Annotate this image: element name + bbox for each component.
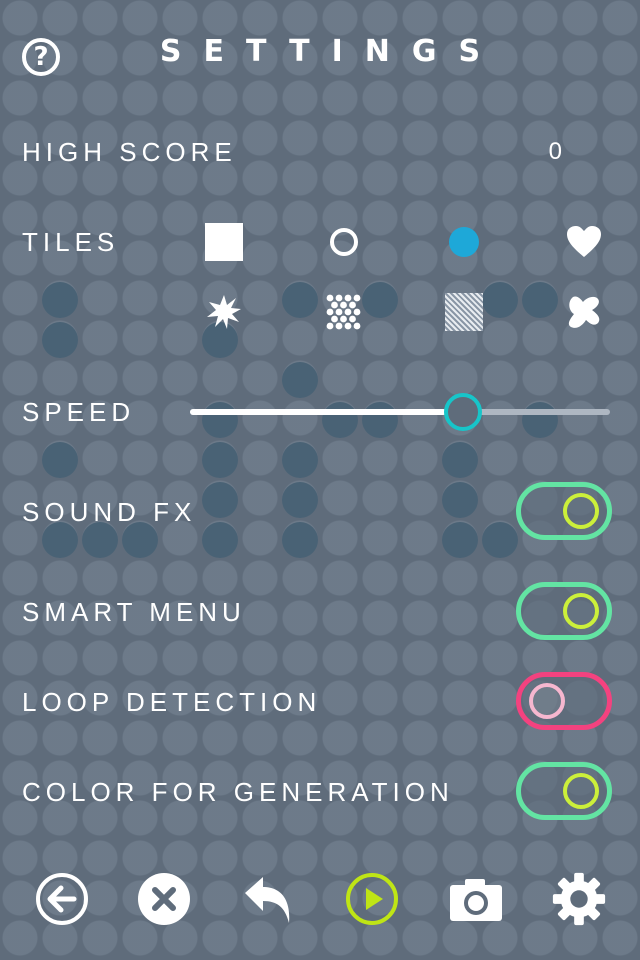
bg-dot bbox=[522, 282, 558, 318]
speed-label: SPEED bbox=[22, 397, 136, 427]
clear-icon bbox=[138, 873, 190, 925]
toggle-knob bbox=[563, 493, 599, 529]
bg-dot bbox=[282, 442, 318, 478]
back-button[interactable] bbox=[33, 870, 91, 928]
bg-dot bbox=[442, 522, 478, 558]
bg-dot bbox=[442, 482, 478, 518]
toggle-knob bbox=[563, 773, 599, 809]
bg-dot bbox=[42, 442, 78, 478]
speed-slider-fill bbox=[190, 409, 446, 415]
bg-dot bbox=[482, 522, 518, 558]
bg-dot bbox=[362, 402, 398, 438]
toggle-knob bbox=[563, 593, 599, 629]
smart-menu-label: SMART MENU bbox=[22, 597, 246, 627]
burst-tile-icon bbox=[207, 295, 241, 329]
color-for-generation-toggle[interactable] bbox=[516, 762, 612, 820]
bg-dot bbox=[42, 322, 78, 358]
gear-icon bbox=[552, 872, 606, 926]
play-button[interactable] bbox=[343, 870, 401, 928]
tile-option-burst[interactable] bbox=[204, 292, 244, 332]
bg-dot bbox=[202, 402, 238, 438]
tiles-label: TILES bbox=[22, 227, 120, 257]
bg-dot bbox=[202, 442, 238, 478]
checker-tile-icon bbox=[326, 294, 361, 330]
bg-dot bbox=[282, 362, 318, 398]
loop-detection-toggle[interactable] bbox=[516, 672, 612, 730]
undo-icon bbox=[245, 877, 290, 923]
bg-dot bbox=[522, 402, 558, 438]
square-tile-icon bbox=[205, 223, 243, 261]
ring-tile-icon bbox=[330, 228, 358, 256]
high-score-value: 0 bbox=[548, 138, 562, 165]
bg-dot bbox=[202, 482, 238, 518]
bg-dot bbox=[482, 282, 518, 318]
blob-tile-icon bbox=[568, 296, 600, 328]
bg-dot bbox=[362, 282, 398, 318]
heart-tile-icon bbox=[567, 226, 601, 257]
loop-detection-label: LOOP DETECTION bbox=[22, 687, 322, 717]
clear-button[interactable] bbox=[135, 870, 193, 928]
undo-button[interactable] bbox=[240, 870, 298, 928]
bg-dot bbox=[442, 442, 478, 478]
bg-dot bbox=[282, 522, 318, 558]
speed-slider-thumb[interactable] bbox=[444, 393, 482, 431]
high-score-label: HIGH SCORE bbox=[22, 137, 237, 167]
tile-option-heart[interactable] bbox=[564, 222, 604, 262]
tile-option-square[interactable] bbox=[204, 222, 244, 262]
tile-option-hatched[interactable] bbox=[444, 292, 484, 332]
color-for-generation-label: COLOR FOR GENERATION bbox=[22, 777, 454, 807]
play-icon bbox=[346, 873, 398, 925]
tile-option-checker[interactable] bbox=[324, 292, 364, 332]
tile-option-ring[interactable] bbox=[324, 222, 364, 262]
settings-button[interactable] bbox=[550, 870, 608, 928]
page-title: SETTINGS bbox=[159, 34, 503, 69]
toggle-knob bbox=[529, 683, 565, 719]
bg-dot bbox=[202, 522, 238, 558]
back-icon bbox=[36, 873, 88, 925]
tile-option-dot[interactable] bbox=[444, 222, 484, 262]
bg-dot bbox=[282, 482, 318, 518]
bg-dot bbox=[282, 282, 318, 318]
bg-dot bbox=[42, 282, 78, 318]
bg-dot bbox=[322, 402, 358, 438]
smart-menu-toggle[interactable] bbox=[516, 582, 612, 640]
tile-option-blob[interactable] bbox=[564, 292, 604, 332]
sound-fx-label: SOUND FX bbox=[22, 497, 197, 527]
camera-button[interactable] bbox=[447, 870, 505, 928]
sound-fx-toggle[interactable] bbox=[516, 482, 612, 540]
dot-tile-icon bbox=[449, 227, 479, 257]
camera-icon bbox=[450, 879, 502, 921]
hatched-tile-icon bbox=[445, 293, 483, 331]
